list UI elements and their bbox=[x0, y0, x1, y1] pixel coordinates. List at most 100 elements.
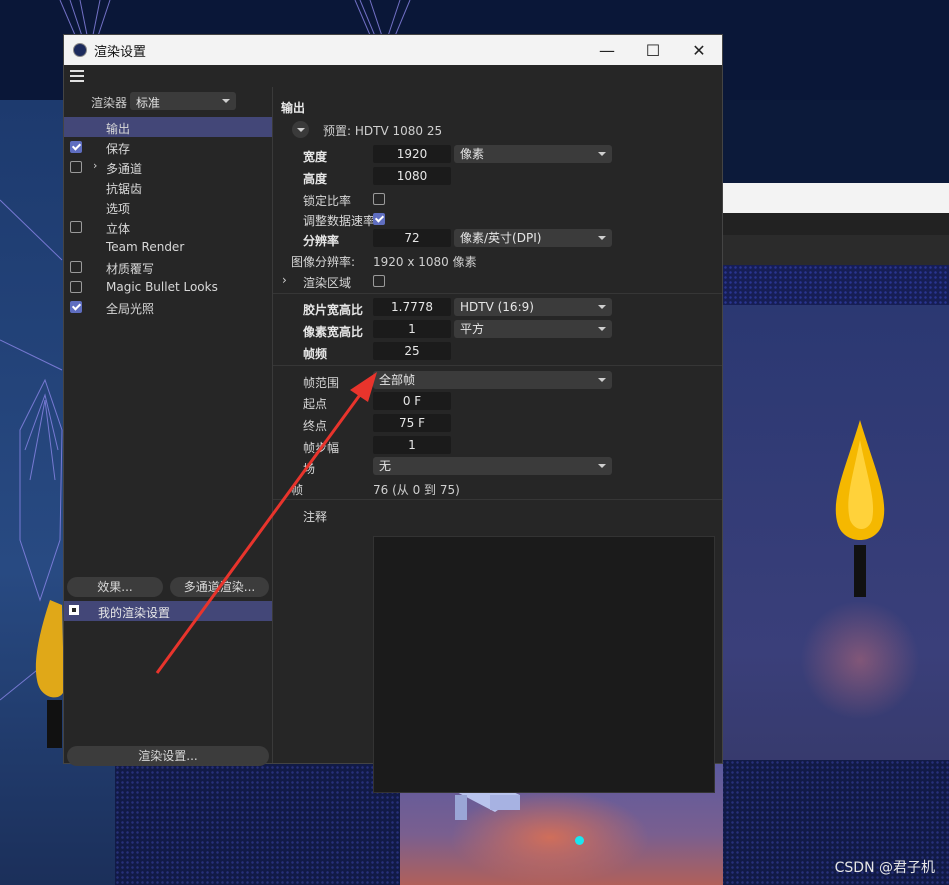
notes-row: 注释 bbox=[273, 505, 722, 525]
settings-tree-panel: 渲染器 标准 输出 保存 › 多通道抗锯齿选项立体 Team Render 材质覆写 Mag… bbox=[64, 87, 273, 766]
tree-item-checkbox[interactable] bbox=[70, 281, 82, 293]
tree-item-checkbox[interactable] bbox=[70, 141, 82, 153]
fps-row: 帧频 25 bbox=[273, 342, 722, 362]
tree-item-label: 立体 bbox=[106, 222, 131, 236]
frames-row: 帧 76 (从 0 到 75) bbox=[273, 478, 722, 498]
fields-select[interactable]: 无 bbox=[373, 457, 612, 475]
renderer-row: 渲染器 标准 bbox=[64, 91, 272, 111]
height-field[interactable]: 1080 bbox=[373, 167, 451, 185]
tree-item-label: Team Render bbox=[106, 240, 185, 254]
renderer-select-value: 标准 bbox=[136, 96, 161, 110]
width-row: 宽度 1920 像素 bbox=[273, 145, 722, 165]
preset-label: 预置: HDTV 1080 25 bbox=[323, 124, 443, 138]
film-aspect-field[interactable]: 1.7778 bbox=[373, 298, 451, 316]
film-aspect-label: 胶片宽高比 bbox=[303, 303, 364, 317]
render-settings-window: 渲染设置 — ☐ ✕ 渲染器 标准 输出 保存 › 多通道 抗锯齿 选项 立体 Team Re… bbox=[63, 34, 723, 793]
tree-item-checkbox[interactable] bbox=[70, 301, 82, 313]
lock-ratio-label: 锁定比率 bbox=[303, 194, 352, 208]
tree-item-checkbox[interactable] bbox=[70, 261, 82, 273]
end-row: 终点 75 F bbox=[273, 414, 722, 434]
resolution-unit-select[interactable]: 像素/英寸(DPI) bbox=[454, 229, 612, 247]
maximize-button[interactable]: ☐ bbox=[630, 35, 676, 65]
frames-value: 76 (从 0 到 75) bbox=[373, 483, 460, 497]
width-label: 宽度 bbox=[303, 150, 328, 164]
frame-range-select[interactable]: 全部帧 bbox=[373, 371, 612, 389]
divider bbox=[273, 499, 722, 500]
fields-row: 场 无 bbox=[273, 457, 722, 477]
section-title: 输出 bbox=[281, 101, 306, 115]
tree-item[interactable]: 保存 bbox=[64, 137, 272, 157]
minimize-button[interactable]: — bbox=[584, 35, 630, 65]
divider bbox=[273, 293, 722, 294]
tree-item[interactable]: Team Render bbox=[64, 237, 272, 257]
frame-range-value: 全部帧 bbox=[379, 373, 416, 387]
tree-item[interactable]: 立体 bbox=[64, 217, 272, 237]
chevron-down-icon bbox=[598, 378, 606, 382]
chevron-right-icon[interactable]: › bbox=[282, 273, 287, 287]
fields-label: 场 bbox=[303, 462, 316, 476]
fps-field[interactable]: 25 bbox=[373, 342, 451, 360]
start-field[interactable]: 0 F bbox=[373, 392, 451, 410]
chevron-down-icon bbox=[598, 464, 606, 468]
preset-dropdown-icon[interactable] bbox=[292, 121, 309, 138]
pixel-aspect-select[interactable]: 平方 bbox=[454, 320, 612, 338]
render-preset-item[interactable]: 我的渲染设置 bbox=[64, 601, 272, 621]
multipass-render-button[interactable]: 多通道渲染... bbox=[170, 577, 269, 597]
tree-item[interactable]: 材质覆写 bbox=[64, 257, 272, 277]
renderer-select[interactable]: 标准 bbox=[130, 92, 236, 110]
settings-tree: 输出 保存 › 多通道抗锯齿选项立体 Team Render 材质覆写 Magic Bull… bbox=[64, 117, 272, 317]
end-label: 终点 bbox=[303, 419, 328, 433]
tree-item-label: 材质覆写 bbox=[106, 262, 155, 276]
close-button[interactable]: ✕ bbox=[676, 35, 722, 65]
tree-item[interactable]: › 多通道 bbox=[64, 157, 272, 177]
height-row: 高度 1080 bbox=[273, 167, 722, 187]
adjust-rate-checkbox[interactable] bbox=[373, 213, 385, 225]
render-preset-label: 我的渲染设置 bbox=[98, 606, 171, 620]
tree-item[interactable]: 选项 bbox=[64, 197, 272, 217]
frame-step-field[interactable]: 1 bbox=[373, 436, 451, 454]
frame-range-label: 帧范围 bbox=[303, 376, 340, 390]
render-region-checkbox[interactable] bbox=[373, 275, 385, 287]
pixel-aspect-label: 像素宽高比 bbox=[303, 325, 364, 339]
render-settings-button[interactable]: 渲染设置... bbox=[67, 746, 269, 766]
notes-textarea[interactable] bbox=[373, 536, 715, 793]
frame-range-row: 帧范围 全部帧 bbox=[273, 371, 722, 391]
image-resolution-label: 图像分辨率: bbox=[291, 255, 356, 269]
title-bar[interactable]: 渲染设置 — ☐ ✕ bbox=[64, 35, 722, 65]
pixel-aspect-row: 像素宽高比 1 平方 bbox=[273, 320, 722, 340]
chevron-right-icon[interactable]: › bbox=[93, 159, 97, 172]
divider bbox=[273, 365, 722, 366]
menu-bar bbox=[64, 65, 722, 88]
effects-button[interactable]: 效果... bbox=[67, 577, 163, 597]
film-aspect-select[interactable]: HDTV (16:9) bbox=[454, 298, 612, 316]
tree-item-label: 选项 bbox=[106, 202, 131, 216]
end-field[interactable]: 75 F bbox=[373, 414, 451, 432]
adjust-rate-row: 调整数据速率 bbox=[273, 209, 722, 229]
fields-value: 无 bbox=[379, 459, 392, 473]
frame-step-label: 帧步幅 bbox=[303, 441, 340, 455]
start-row: 起点 0 F bbox=[273, 392, 722, 412]
resolution-unit-value: 像素/英寸(DPI) bbox=[460, 231, 542, 245]
film-aspect-row: 胶片宽高比 1.7778 HDTV (16:9) bbox=[273, 298, 722, 318]
tree-item-checkbox[interactable] bbox=[70, 221, 82, 233]
lock-ratio-checkbox[interactable] bbox=[373, 193, 385, 205]
resolution-row: 分辨率 72 像素/英寸(DPI) bbox=[273, 229, 722, 249]
tree-item-checkbox[interactable] bbox=[70, 161, 82, 173]
tree-item[interactable]: 输出 bbox=[64, 117, 272, 137]
width-unit-select[interactable]: 像素 bbox=[454, 145, 612, 163]
cinema4d-logo-icon bbox=[73, 43, 87, 57]
tree-item-label: Magic Bullet Looks bbox=[106, 280, 218, 294]
width-field[interactable]: 1920 bbox=[373, 145, 451, 163]
tree-item-label: 抗锯齿 bbox=[106, 182, 143, 196]
tree-item-label: 全局光照 bbox=[106, 302, 155, 316]
tree-item[interactable]: 全局光照 bbox=[64, 297, 272, 317]
film-aspect-preset: HDTV (16:9) bbox=[460, 300, 534, 314]
resolution-field[interactable]: 72 bbox=[373, 229, 451, 247]
tree-item[interactable]: Magic Bullet Looks bbox=[64, 277, 272, 297]
pixel-aspect-field[interactable]: 1 bbox=[373, 320, 451, 338]
chevron-down-icon bbox=[222, 99, 230, 103]
tree-item[interactable]: 抗锯齿 bbox=[64, 177, 272, 197]
hamburger-menu-icon[interactable] bbox=[70, 70, 84, 82]
renderer-label: 渲染器 bbox=[91, 96, 128, 110]
chevron-down-icon bbox=[598, 152, 606, 156]
